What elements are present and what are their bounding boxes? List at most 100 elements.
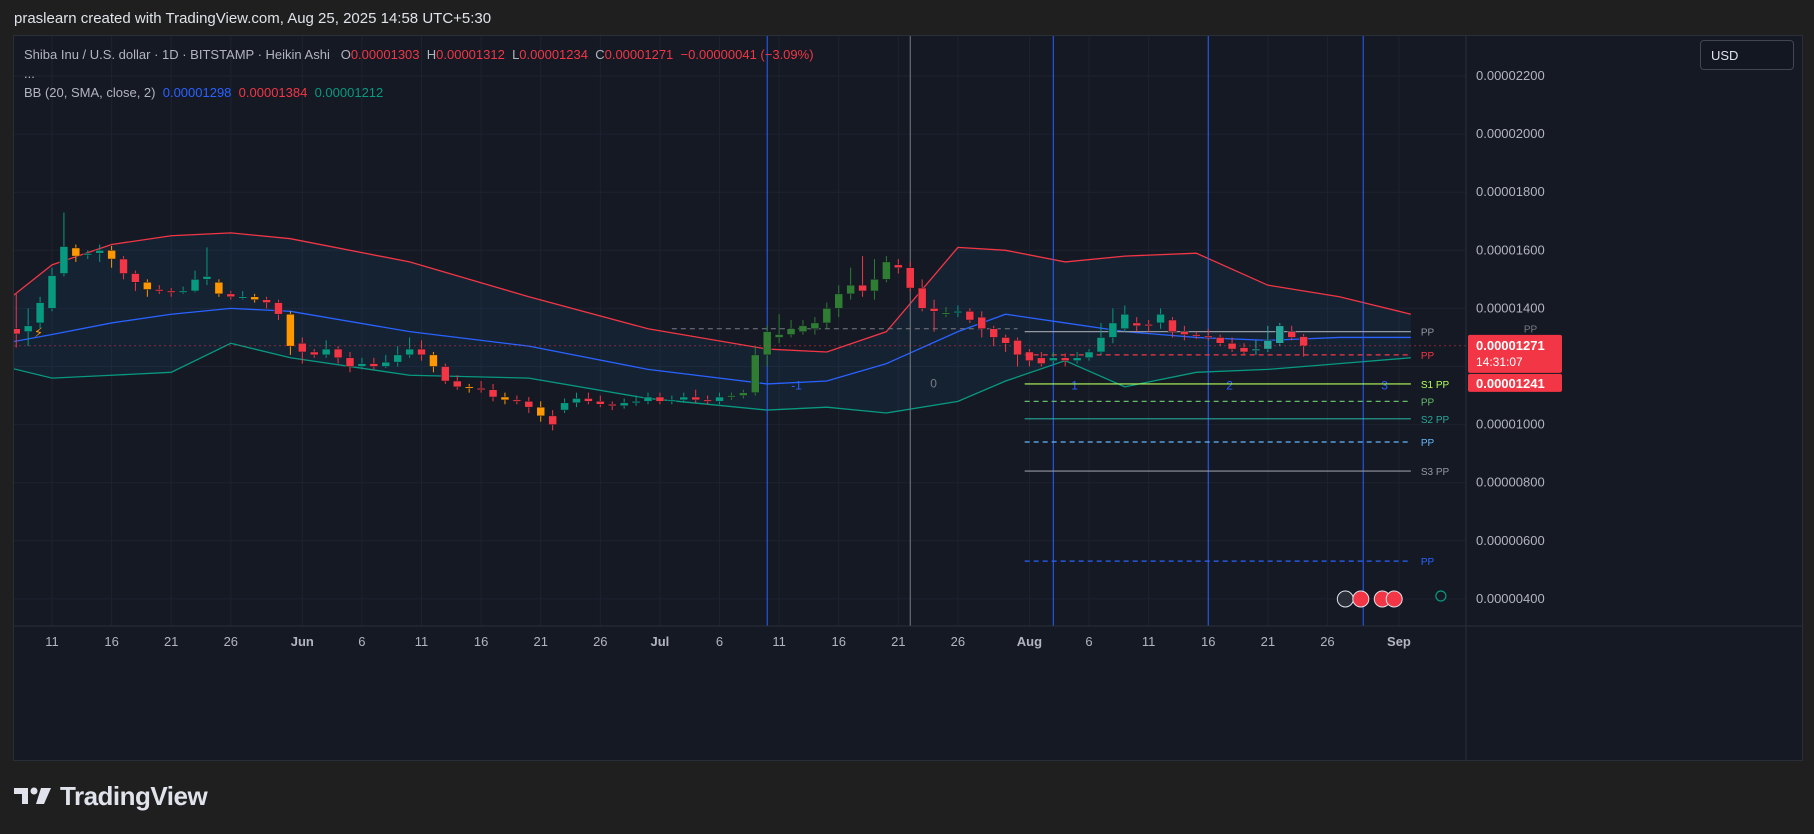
tradingview-logo-icon bbox=[14, 787, 51, 804]
candle-body bbox=[953, 311, 963, 314]
candle-body bbox=[536, 406, 545, 417]
chart-frame[interactable]: -1 0 1 2 3 PP PP S1 PP PP S2 PP PP S3 PP PP PP 0.00002… bbox=[13, 35, 1803, 761]
candle-body bbox=[703, 399, 712, 402]
chart-legend: Shiba Inu / U.S. dollar · 1D · BITSTAMP … bbox=[24, 45, 814, 102]
candle-body bbox=[1215, 337, 1225, 344]
candle-body bbox=[739, 392, 748, 396]
candle-body bbox=[286, 313, 295, 347]
candle-body bbox=[1001, 337, 1010, 344]
economic-event-flag-icon[interactable] bbox=[1385, 590, 1403, 608]
legend-bb-row: BB (20, SMA, close, 2) 0.00001298 0.0000… bbox=[24, 83, 814, 102]
candle-body bbox=[214, 282, 224, 295]
candle-body bbox=[1108, 322, 1118, 338]
candle-body bbox=[894, 264, 903, 268]
candle-body bbox=[95, 250, 104, 254]
candle-body bbox=[798, 325, 808, 332]
high-label: H bbox=[426, 47, 437, 62]
candle-body bbox=[178, 290, 188, 293]
candle-body bbox=[238, 296, 247, 299]
bb-lower-value: 0.00001212 bbox=[314, 85, 384, 100]
candle-body bbox=[1263, 340, 1273, 350]
cycle-label: 3 bbox=[1381, 379, 1388, 393]
candle-body bbox=[441, 366, 450, 382]
candle-body bbox=[596, 401, 605, 405]
candle-body bbox=[1132, 322, 1141, 327]
candle-body bbox=[143, 282, 152, 290]
candle-body bbox=[572, 398, 581, 404]
candle-body bbox=[429, 354, 438, 367]
price-axis-tick-label: 0.00001400 bbox=[1476, 300, 1545, 315]
candle-body bbox=[834, 293, 843, 309]
candle-body bbox=[1049, 357, 1058, 361]
time-axis-tick-label: 21 bbox=[891, 634, 905, 649]
candle-body bbox=[1037, 357, 1046, 364]
candle-body bbox=[298, 343, 307, 353]
pivot-label: PP bbox=[1421, 438, 1435, 449]
candle-body bbox=[1180, 331, 1189, 335]
bb-label[interactable]: BB (20, SMA, close, 2) bbox=[24, 85, 156, 100]
chart-canvas[interactable]: -1 0 1 2 3 PP PP S1 PP PP S2 PP PP S3 PP PP PP 0.00002… bbox=[14, 36, 1802, 760]
header-caption: praslearn created with TradingView.com, … bbox=[14, 10, 492, 27]
candle-body bbox=[917, 287, 927, 309]
candle-body bbox=[500, 396, 510, 401]
pivot-label: PP bbox=[1421, 328, 1435, 339]
pivot-label: PP bbox=[1421, 397, 1435, 408]
open-label: O bbox=[340, 47, 351, 62]
lightning-icon: ⚡ bbox=[34, 325, 43, 340]
candle-body bbox=[989, 328, 998, 338]
candle-body bbox=[786, 328, 796, 335]
candle-body bbox=[369, 363, 379, 367]
candle-body bbox=[584, 398, 593, 402]
legend-more-button[interactable]: ... bbox=[24, 64, 814, 83]
second-price-badge-value: 0.00001241 bbox=[1476, 376, 1545, 391]
candle-body bbox=[119, 258, 128, 274]
price-axis-tick-label: 0.00002200 bbox=[1476, 68, 1545, 83]
price-axis-tick-label: 0.00001000 bbox=[1476, 417, 1545, 432]
candle-body bbox=[417, 348, 426, 356]
last-price-badge-value: 0.00001271 bbox=[1476, 338, 1545, 353]
candle-body bbox=[1192, 334, 1201, 337]
candle-body bbox=[321, 348, 331, 356]
candle-body bbox=[667, 399, 677, 402]
candle-body bbox=[1239, 347, 1249, 353]
time-axis-tick-label: 11 bbox=[45, 634, 59, 649]
time-axis-tick-label: 6 bbox=[358, 634, 365, 649]
economic-event-flag-icon[interactable] bbox=[1336, 590, 1354, 608]
candle-body bbox=[774, 334, 784, 338]
symbol-title[interactable]: Shiba Inu / U.S. dollar · 1D · BITSTAMP … bbox=[24, 47, 330, 62]
candle-body bbox=[202, 276, 212, 280]
bb-basis-value: 0.00001298 bbox=[162, 85, 232, 100]
candle-body bbox=[1025, 351, 1034, 361]
candle-body bbox=[1084, 351, 1094, 359]
candle-body bbox=[357, 363, 367, 367]
candle-body bbox=[262, 299, 271, 303]
candle-body bbox=[155, 289, 164, 292]
cycle-label: 2 bbox=[1226, 379, 1233, 393]
close-label: C bbox=[595, 47, 605, 62]
price-axis-tick-label: 0.00002000 bbox=[1476, 126, 1545, 141]
candle-body bbox=[905, 267, 915, 289]
economic-event-flag-icon[interactable] bbox=[1352, 590, 1370, 608]
candle-body bbox=[250, 296, 259, 300]
time-axis-tick-label: 16 bbox=[104, 634, 118, 649]
candle-body bbox=[131, 273, 140, 283]
pivot-label: S1 PP bbox=[1421, 380, 1450, 391]
candle-body bbox=[655, 396, 665, 402]
candle-body bbox=[333, 348, 343, 359]
pivot-label: S2 PP bbox=[1421, 415, 1450, 426]
candle-body bbox=[1299, 336, 1308, 347]
time-axis-tick-label: 11 bbox=[1142, 634, 1156, 649]
price-axis-tick-label: 0.00001600 bbox=[1476, 242, 1545, 257]
countdown-badge-value: 14:31:07 bbox=[1476, 355, 1523, 369]
candle-body bbox=[309, 351, 319, 356]
candle-body bbox=[274, 302, 283, 315]
pivot-label: PP bbox=[1421, 351, 1435, 362]
candle-body bbox=[14, 328, 21, 335]
currency-button[interactable]: USD bbox=[1700, 40, 1794, 70]
time-axis-tick-label: 21 bbox=[164, 634, 178, 649]
candle-body bbox=[822, 308, 832, 324]
time-axis-tick-label: 21 bbox=[533, 634, 547, 649]
tradingview-brand[interactable]: TradingView bbox=[14, 779, 208, 813]
cycle-label: -1 bbox=[791, 379, 802, 393]
candle-body bbox=[1156, 313, 1165, 324]
